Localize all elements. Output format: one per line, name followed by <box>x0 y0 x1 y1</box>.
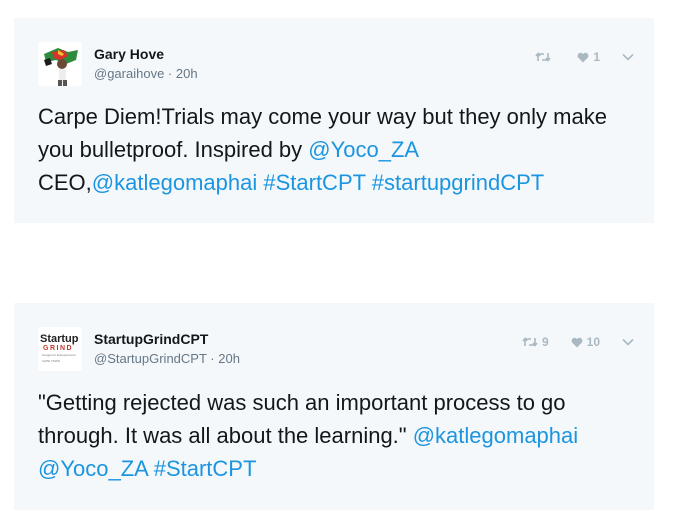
tweet-actions: 1 <box>535 48 634 66</box>
hashtag-link[interactable]: #StartCPT <box>154 456 257 481</box>
like-button[interactable]: 1 <box>577 50 600 64</box>
author-name[interactable]: Gary Hove <box>94 46 164 62</box>
author-handle[interactable]: @StartupGrindCPT <box>94 351 207 366</box>
svg-text:Google for Entrepreneurs: Google for Entrepreneurs <box>42 353 76 357</box>
tweet-card[interactable]: Startup GRIND Google for Entrepreneurs C… <box>14 303 654 510</box>
retweet-icon <box>535 52 551 62</box>
tweet-text-segment: CEO, <box>38 170 92 195</box>
like-button[interactable]: 10 <box>571 335 600 349</box>
chevron-down-icon <box>622 53 634 61</box>
author-handle[interactable]: @garaihove <box>94 66 164 81</box>
chevron-down-icon <box>622 338 634 346</box>
svg-text:GRIND: GRIND <box>43 345 73 352</box>
tweet-text: Carpe Diem!Trials may come your way but … <box>38 100 638 199</box>
svg-text:Startup: Startup <box>40 333 79 345</box>
retweet-icon <box>522 337 538 347</box>
retweet-button[interactable] <box>535 51 555 63</box>
heart-icon <box>577 52 589 62</box>
svg-text:CAPE TOWN: CAPE TOWN <box>42 359 60 363</box>
tweet-actions: 9 10 <box>522 333 634 351</box>
avatar[interactable] <box>38 42 82 86</box>
mention-link[interactable]: @katlegomaphai <box>413 423 578 448</box>
like-count: 10 <box>586 335 600 349</box>
mention-link[interactable]: @Yoco_ZA <box>38 456 148 481</box>
mention-link[interactable]: @Yoco_ZA <box>308 137 418 162</box>
tweet-time[interactable]: 20h <box>218 351 240 366</box>
author-name[interactable]: StartupGrindCPT <box>94 331 208 347</box>
mention-link[interactable]: @katlegomaphai <box>92 170 257 195</box>
hashtag-link[interactable]: #StartCPT <box>263 170 365 195</box>
hashtag-link[interactable]: #startupgrindCPT <box>372 170 544 195</box>
avatar[interactable]: Startup GRIND Google for Entrepreneurs C… <box>38 327 82 371</box>
like-count: 1 <box>593 50 600 64</box>
heart-icon <box>571 337 583 347</box>
author-handle-time: @garaihove · 20h <box>94 66 198 81</box>
retweet-count: 9 <box>541 335 549 349</box>
more-menu-button[interactable] <box>622 53 634 61</box>
more-menu-button[interactable] <box>622 338 634 346</box>
tweet-text: "Getting rejected was such an important … <box>38 386 638 485</box>
retweet-button[interactable]: 9 <box>522 335 549 349</box>
tweet-card[interactable]: Gary Hove @garaihove · 20h 1 Carpe Diem!… <box>14 18 654 223</box>
author-handle-time: @StartupGrindCPT · 20h <box>94 351 240 366</box>
tweet-time[interactable]: 20h <box>176 66 198 81</box>
